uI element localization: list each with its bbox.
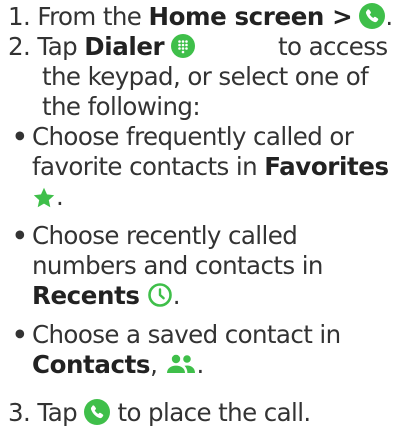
recents-label: Recents	[32, 281, 140, 310]
step-text-end: to place the call.	[110, 398, 311, 427]
list-item-recents: • Choose recently called numbers and con…	[8, 221, 394, 311]
star-icon	[32, 186, 56, 210]
phone-icon	[359, 3, 386, 29]
people-icon	[165, 353, 197, 375]
step-2: 2. Tap Dialer to access the keypad, or s…	[8, 32, 394, 380]
phone-icon	[84, 399, 111, 425]
bullet-marker: •	[12, 221, 28, 250]
bullet-marker: •	[12, 122, 28, 151]
step-3: 3. Tap to place the call.	[8, 398, 394, 428]
step-number: 1.	[8, 2, 31, 31]
step-text: From the	[37, 2, 149, 31]
bullet-text: Choose a saved contact in	[32, 320, 341, 349]
step-text-end: .	[385, 2, 393, 31]
options-list: • Choose frequently called or favorite c…	[8, 122, 394, 380]
step-text: Tap	[37, 32, 85, 61]
step-number: 3.	[8, 398, 31, 427]
bullet-suffix: .	[196, 350, 205, 379]
favorites-label: Favorites	[264, 152, 389, 181]
instructions: 1. From the Home screen > . 2. Tap Diale…	[8, 2, 394, 428]
bullet-text: Choose recently called numbers and conta…	[32, 221, 323, 280]
bullet-suffix: .	[56, 182, 64, 211]
dialer-label: Dialer	[84, 32, 165, 61]
bullet-marker: •	[12, 320, 28, 349]
step-1: 1. From the Home screen > .	[8, 2, 394, 32]
list-item-favorites: • Choose frequently called or favorite c…	[8, 122, 394, 212]
clock-icon	[147, 282, 173, 308]
home-screen-label: Home screen >	[148, 2, 353, 31]
dialpad-icon	[171, 34, 196, 58]
step-number: 2.	[8, 32, 31, 61]
list-item-contacts: • Choose a saved contact in Contacts, .	[8, 320, 394, 380]
step-text: Tap	[37, 398, 85, 427]
bullet-suffix: .	[172, 281, 181, 310]
contacts-label: Contacts	[32, 350, 151, 379]
bullet-comma: ,	[150, 350, 158, 379]
